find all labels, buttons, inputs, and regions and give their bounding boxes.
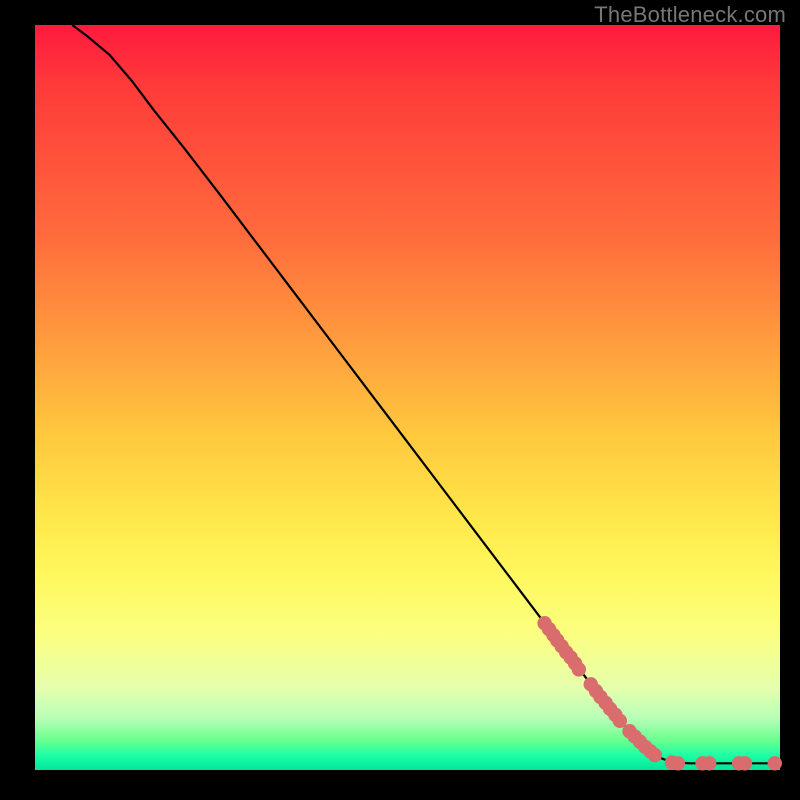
chart-frame: TheBottleneck.com <box>0 0 800 800</box>
data-point <box>768 756 782 770</box>
data-point <box>671 756 685 770</box>
data-point <box>738 756 752 770</box>
data-point <box>648 748 662 762</box>
data-markers <box>537 616 782 770</box>
data-point <box>572 662 586 676</box>
bottleneck-curve <box>72 25 780 763</box>
data-point <box>702 756 716 770</box>
chart-svg <box>35 25 780 770</box>
